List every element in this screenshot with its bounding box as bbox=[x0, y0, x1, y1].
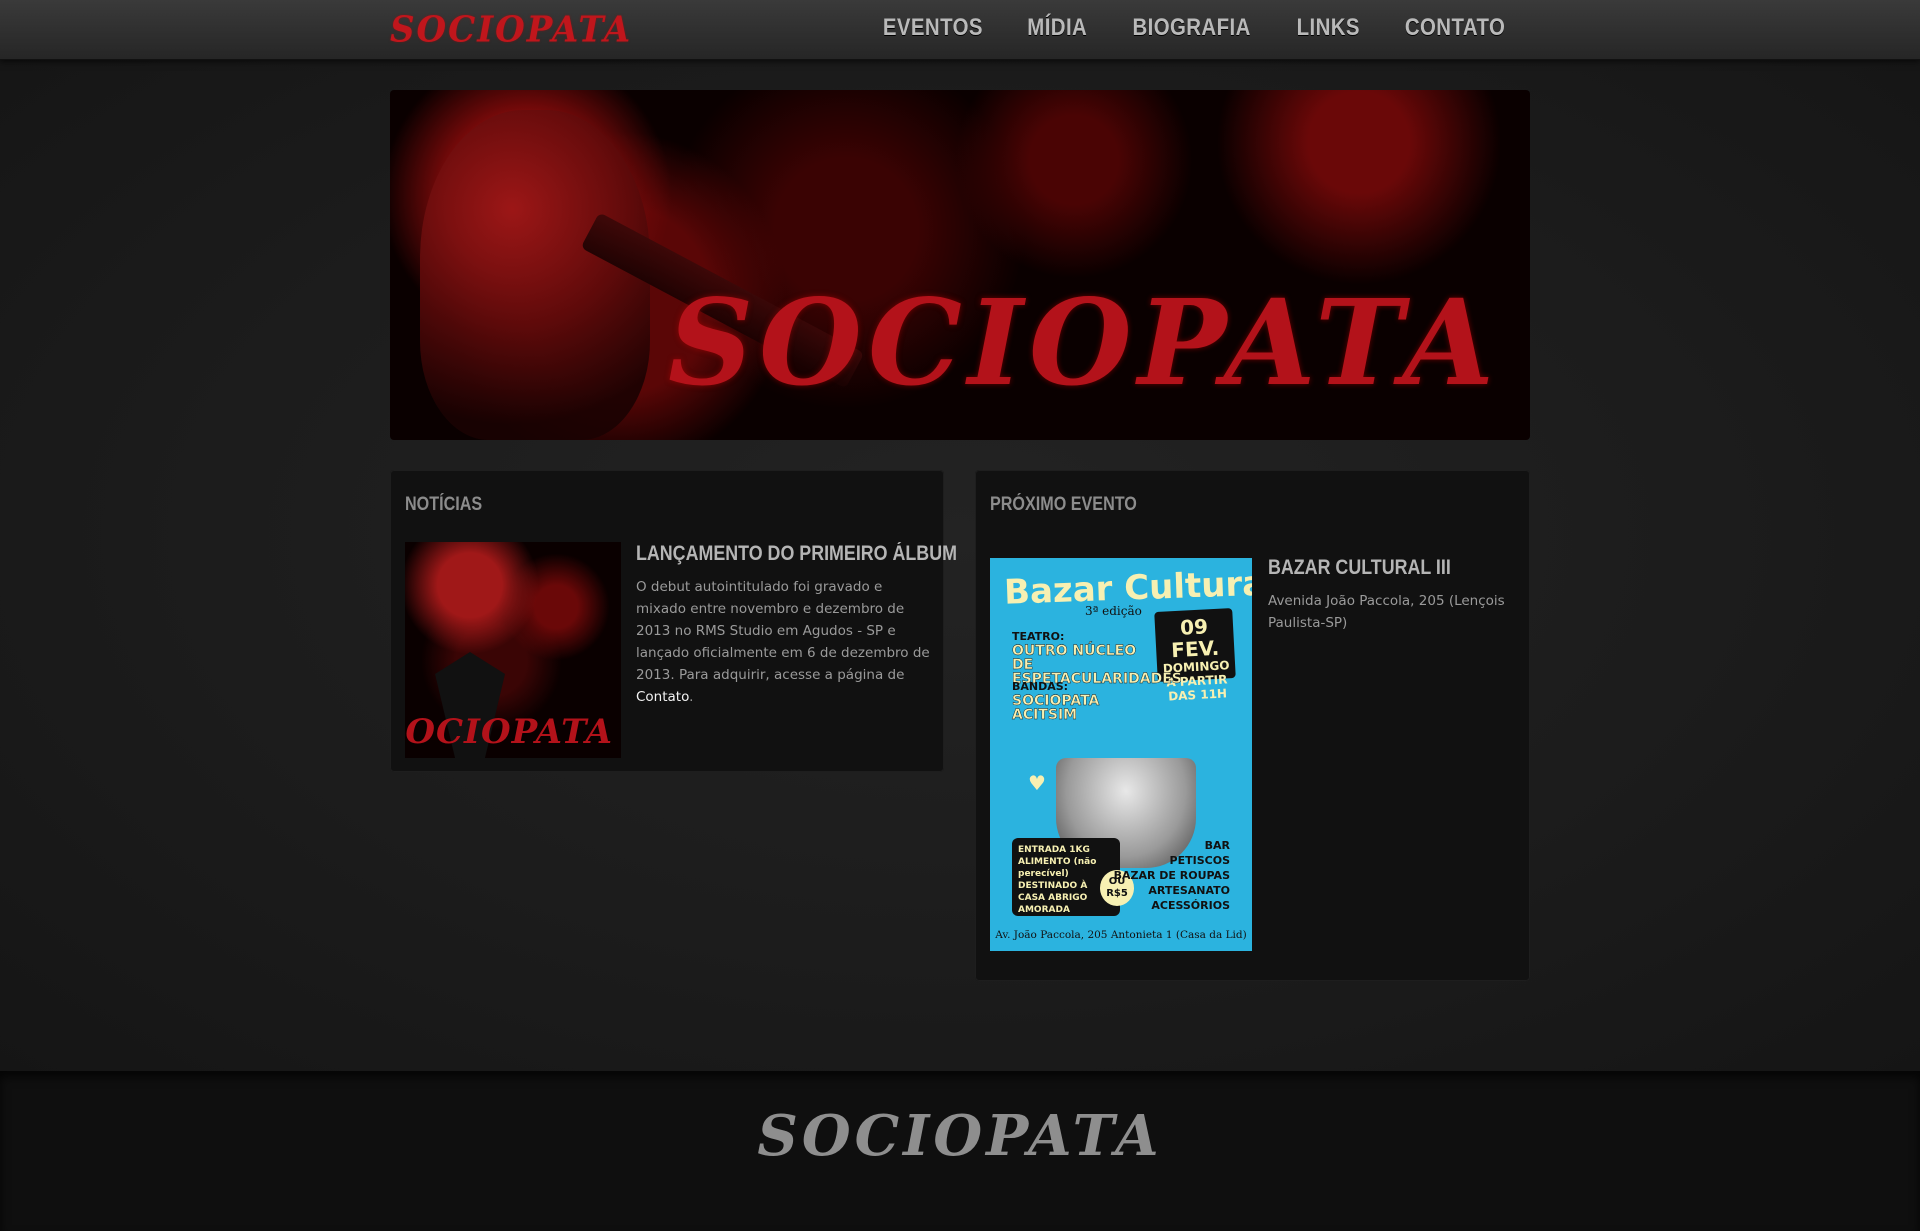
nav-item-contato: CONTATO bbox=[1396, 14, 1514, 42]
event-title[interactable]: BAZAR CULTURAL III bbox=[1268, 556, 1451, 580]
poster-bandas: BANDAS: SOCIOPATA ACITSIM bbox=[1012, 680, 1100, 723]
poster-teatro-label: TEATRO: bbox=[1012, 630, 1065, 643]
footer: SOCIOPATA bbox=[0, 1071, 1920, 1231]
poster-teatro: TEATRO: OUTRO NÚCLEO DE ESPETACULARIDADE… bbox=[1012, 630, 1182, 686]
nav-link-midia[interactable]: MÍDIA bbox=[1027, 14, 1087, 42]
poster-extra: BAZAR DE ROUPAS bbox=[1113, 869, 1230, 882]
heart-icon: ♥ bbox=[1028, 771, 1046, 795]
hero-banner: SOCIOPATA bbox=[390, 90, 1530, 440]
nav-link-biografia[interactable]: BIOGRAFIA bbox=[1133, 14, 1251, 42]
poster-address: Av. João Paccola, 205 Antonieta 1 (Casa … bbox=[995, 929, 1247, 941]
news-panel: NOTÍCIAS SOCIOPATA LANÇAMENTO DO PRIMEIR… bbox=[390, 470, 957, 772]
event-poster[interactable]: Bazar Cultural 3ª edição 09 FEV. DOMINGO… bbox=[990, 558, 1252, 951]
thumbnail-logo: SOCIOPATA bbox=[405, 712, 613, 752]
poster-bandas-label: BANDAS: bbox=[1012, 680, 1069, 693]
poster-edition: 3ª edição bbox=[1085, 604, 1142, 618]
poster-extra: BAR bbox=[1204, 839, 1230, 852]
poster-extra: ACESSÓRIOS bbox=[1151, 899, 1230, 912]
event-address: Avenida João Paccola, 205 (Lençois Pauli… bbox=[1268, 593, 1505, 631]
event-heading: PRÓXIMO EVENTO bbox=[990, 494, 1137, 515]
poster-extra: ARTESANATO bbox=[1148, 884, 1230, 897]
nav-item-links: LINKS bbox=[1291, 14, 1366, 42]
nav-item-midia: MÍDIA bbox=[1022, 14, 1093, 42]
nav-link-contato[interactable]: CONTATO bbox=[1405, 14, 1505, 42]
news-body-end: . bbox=[689, 689, 694, 705]
brand-logo[interactable]: SOCIOPATA bbox=[390, 9, 632, 51]
nav-item-biografia: BIOGRAFIA bbox=[1122, 14, 1261, 42]
skull-illustration bbox=[420, 110, 650, 440]
hero-title: SOCIOPATA bbox=[667, 273, 1500, 412]
nav-link-eventos[interactable]: EVENTOS bbox=[883, 14, 983, 42]
main-nav: EVENTOS MÍDIA BIOGRAFIA LINKS CONTATO bbox=[874, 14, 1514, 42]
news-heading: NOTÍCIAS bbox=[405, 494, 483, 515]
poster-extras: BAR PETISCOS BAZAR DE ROUPAS ARTESANATO … bbox=[1114, 838, 1230, 913]
news-thumbnail[interactable]: SOCIOPATA bbox=[405, 542, 621, 758]
poster-band-1: SOCIOPATA bbox=[1012, 693, 1100, 709]
navbar: SOCIOPATA EVENTOS MÍDIA BIOGRAFIA LINKS … bbox=[0, 0, 1920, 60]
news-body: O debut autointitulado foi gravado e mix… bbox=[636, 576, 932, 708]
poster-extra: PETISCOS bbox=[1169, 854, 1230, 867]
nav-item-eventos: EVENTOS bbox=[874, 14, 992, 42]
poster-date-top: 09 FEV. bbox=[1170, 614, 1220, 663]
news-title[interactable]: LANÇAMENTO DO PRIMEIRO ÁLBUM bbox=[636, 542, 957, 566]
nav-link-links[interactable]: LINKS bbox=[1297, 14, 1360, 42]
news-body-text: O debut autointitulado foi gravado e mix… bbox=[636, 579, 930, 683]
footer-logo: SOCIOPATA bbox=[757, 1103, 1163, 1169]
poster-band-2: ACITSIM bbox=[1012, 707, 1078, 723]
contato-link[interactable]: Contato bbox=[636, 689, 689, 705]
event-panel: PRÓXIMO EVENTO Bazar Cultural 3ª edição … bbox=[975, 470, 1530, 981]
